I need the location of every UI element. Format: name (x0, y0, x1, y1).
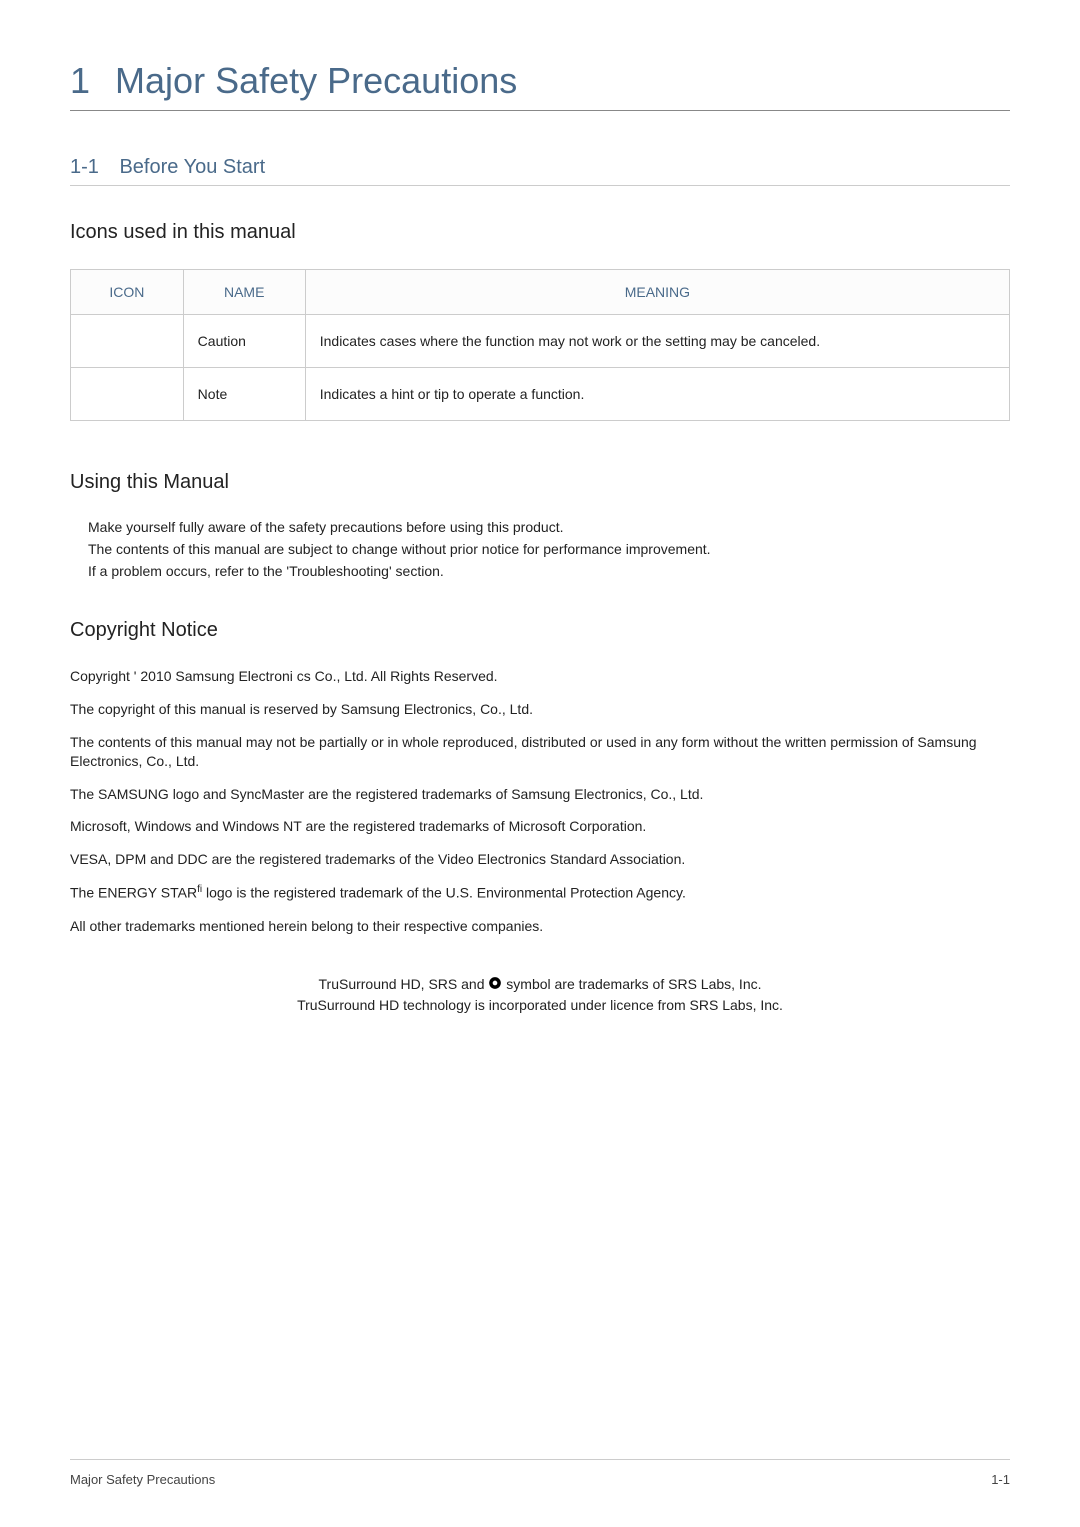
footer-right: 1-1 (991, 1472, 1010, 1487)
copyright-line: All other trademarks mentioned herein be… (70, 917, 1010, 936)
table-row: Note Indicates a hint or tip to operate … (71, 368, 1010, 421)
table-cell-meaning: Indicates cases where the function may n… (305, 315, 1009, 368)
table-header-icon: ICON (71, 270, 184, 315)
list-item: If a problem occurs, refer to the 'Troub… (88, 563, 1010, 579)
copyright-block: Copyright ' 2010 Samsung Electroni cs Co… (70, 667, 1010, 936)
chapter-title-text: Major Safety Precautions (115, 60, 517, 101)
table-cell-icon (71, 368, 184, 421)
list-item: Make yourself fully aware of the safety … (88, 519, 1010, 535)
table-header-meaning: MEANING (305, 270, 1009, 315)
table-row: Caution Indicates cases where the functi… (71, 315, 1010, 368)
copyright-line: Microsoft, Windows and Windows NT are th… (70, 817, 1010, 836)
energy-star-prefix: The ENERGY STAR (70, 885, 197, 901)
section-number: 1-1 (70, 156, 99, 178)
srs-line1-prefix: TruSurround HD, SRS and (319, 976, 489, 992)
using-manual-list: Make yourself fully aware of the safety … (70, 519, 1010, 579)
copyright-line: The contents of this manual may not be p… (70, 733, 1010, 771)
icons-heading: Icons used in this manual (70, 221, 1010, 244)
copyright-line: VESA, DPM and DDC are the registered tra… (70, 850, 1010, 869)
footer-left: Major Safety Precautions (70, 1472, 215, 1487)
using-manual-heading: Using this Manual (70, 471, 1010, 494)
chapter-title: 1 Major Safety Precautions (70, 60, 1010, 111)
copyright-heading: Copyright Notice (70, 619, 1010, 642)
copyright-line: The copyright of this manual is reserved… (70, 700, 1010, 719)
icons-table: ICON NAME MEANING Caution Indicates case… (70, 269, 1010, 421)
copyright-line: Copyright ' 2010 Samsung Electroni cs Co… (70, 667, 1010, 686)
table-cell-meaning: Indicates a hint or tip to operate a fun… (305, 368, 1009, 421)
srs-line2: TruSurround HD technology is incorporate… (70, 997, 1010, 1013)
copyright-line: The SAMSUNG logo and SyncMaster are the … (70, 785, 1010, 804)
energy-star-suffix: logo is the registered trademark of the … (202, 885, 686, 901)
srs-symbol-icon (488, 976, 502, 993)
srs-line1: TruSurround HD, SRS and symbol are trade… (70, 976, 1010, 994)
chapter-number: 1 (70, 60, 90, 101)
srs-line1-suffix: symbol are trademarks of SRS Labs, Inc. (506, 976, 761, 992)
table-header-name: NAME (183, 270, 305, 315)
table-cell-icon (71, 315, 184, 368)
srs-block: TruSurround HD, SRS and symbol are trade… (70, 976, 1010, 1014)
section-title-text: Before You Start (119, 156, 265, 178)
table-cell-name: Caution (183, 315, 305, 368)
table-cell-name: Note (183, 368, 305, 421)
page-footer: Major Safety Precautions 1-1 (70, 1459, 1010, 1487)
section-title: 1-1 Before You Start (70, 156, 1010, 186)
list-item: The contents of this manual are subject … (88, 541, 1010, 557)
copyright-energy-star: The ENERGY STARfi logo is the registered… (70, 883, 1010, 903)
